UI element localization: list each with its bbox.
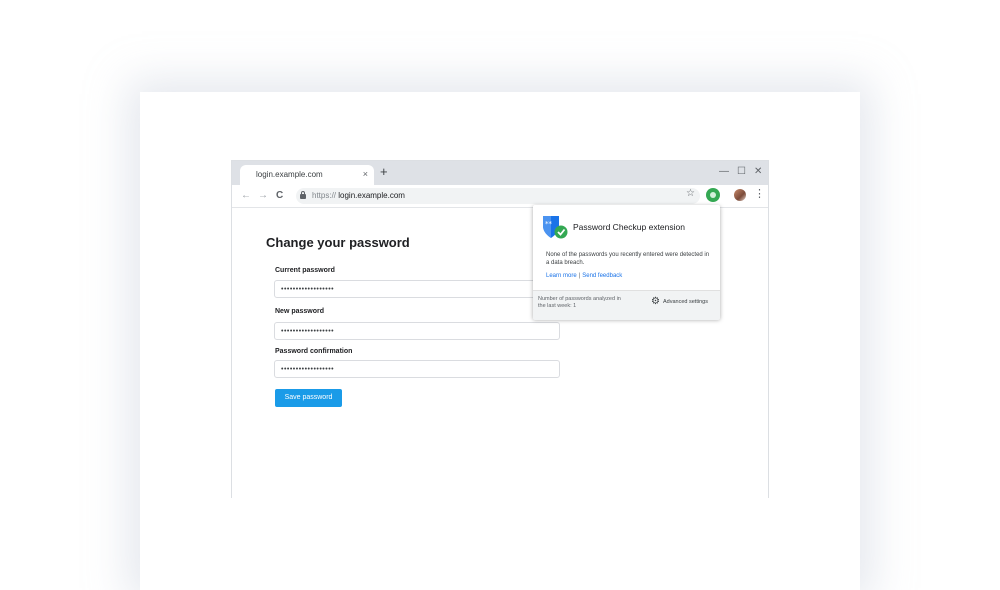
current-password-label: Current password — [275, 267, 335, 274]
bookmark-star-icon[interactable]: ☆ — [686, 188, 695, 199]
extension-popup: ** Password Checkup extension None of th… — [533, 205, 720, 320]
tab-title: login.example.com — [256, 170, 323, 179]
new-tab-icon[interactable]: + — [380, 165, 388, 179]
tab-strip: login.example.com × + — ☐ ✕ — [232, 161, 768, 185]
passwords-analyzed-note: Number of passwords analyzed in the last… — [538, 296, 621, 309]
popup-title: Password Checkup extension — [573, 222, 685, 232]
new-password-label: New password — [275, 308, 325, 315]
tab-login[interactable]: login.example.com × — [240, 165, 374, 185]
password-checkup-extension-icon[interactable] — [706, 188, 720, 202]
popup-links: Learn more | Send feedback — [546, 273, 622, 279]
reload-icon[interactable]: C — [276, 190, 283, 202]
save-password-button[interactable]: Save password — [275, 389, 342, 407]
maximize-icon[interactable]: ☐ — [737, 166, 746, 178]
lock-icon — [300, 191, 306, 199]
shield-check-icon: ** — [543, 216, 568, 239]
current-password-field[interactable]: •••••••••••••••••• — [274, 280, 560, 298]
learn-more-link[interactable]: Learn more — [546, 273, 577, 279]
avatar[interactable] — [734, 189, 746, 201]
page-title: Change your password — [266, 235, 410, 250]
advanced-settings-link[interactable]: Advanced settings — [663, 299, 708, 305]
address-bar[interactable]: https:// login.example.com — [296, 188, 700, 204]
gear-icon[interactable]: ⚙ — [651, 296, 660, 307]
tab-close-icon[interactable]: × — [363, 169, 368, 179]
forward-icon[interactable]: → — [258, 190, 268, 202]
password-confirmation-label: Password confirmation — [275, 348, 353, 355]
send-feedback-link[interactable]: Send feedback — [582, 273, 622, 279]
url-text: https:// login.example.com — [312, 191, 405, 200]
svg-text:**: ** — [545, 220, 553, 228]
browser-window: login.example.com × + — ☐ ✕ ← → C https:… — [231, 160, 769, 498]
menu-icon[interactable]: ⋮ — [754, 188, 765, 200]
back-icon[interactable]: ← — [241, 190, 251, 202]
close-window-icon[interactable]: ✕ — [754, 166, 762, 178]
password-confirmation-field[interactable]: •••••••••••••••••• — [274, 360, 560, 378]
popup-message: None of the passwords you recently enter… — [546, 252, 710, 266]
popup-footer: Number of passwords analyzed in the last… — [533, 290, 720, 320]
minimize-icon[interactable]: — — [719, 166, 729, 178]
new-password-field[interactable]: •••••••••••••••••• — [274, 322, 560, 340]
